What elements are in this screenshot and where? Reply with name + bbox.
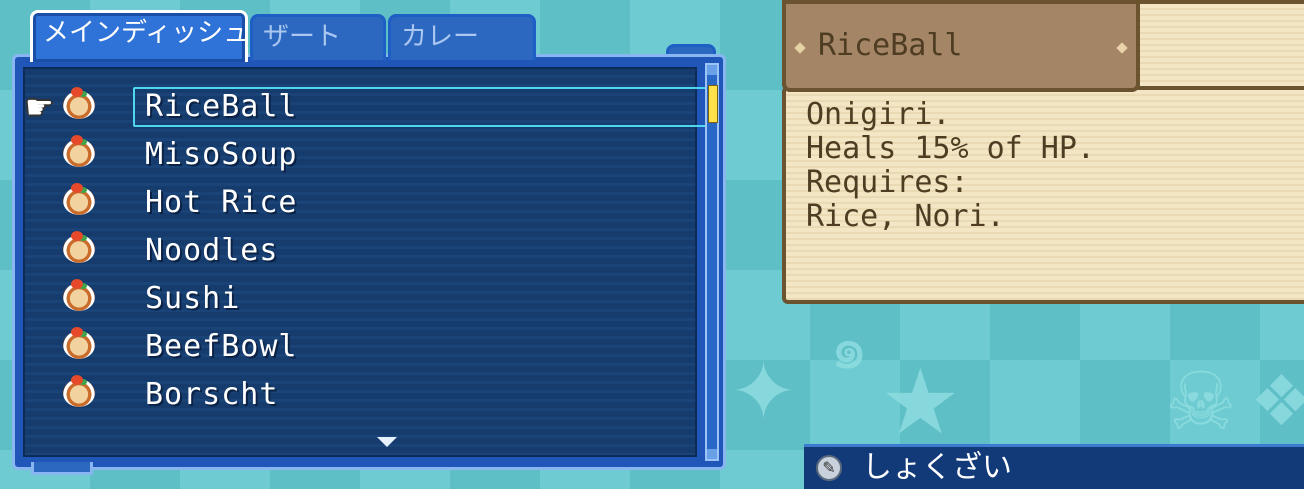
scroll-down-cap: [707, 449, 717, 459]
diamond-ornament-icon: [794, 42, 806, 54]
item-name: Sushi: [145, 281, 241, 316]
list-item[interactable]: Borscht: [37, 373, 699, 417]
item-title: RiceBall: [818, 28, 963, 63]
item-title-panel: RiceBall: [782, 0, 1140, 92]
background-star-icon: ✦: [730, 345, 798, 438]
scrollbar[interactable]: [705, 63, 719, 461]
description-line: Requires:: [806, 165, 969, 200]
dish-icon: [63, 87, 95, 119]
list-item[interactable]: BeefBowl: [37, 325, 699, 369]
item-name: RiceBall: [145, 89, 298, 124]
diamond-ornament-icon: [1116, 42, 1128, 54]
list-item-selected[interactable]: ☛ RiceBall: [25, 85, 717, 129]
recipe-list: ☛ RiceBall MisoSoup Hot Rice Noodles Sus…: [23, 67, 717, 457]
wrench-icon: ✎: [816, 455, 842, 481]
item-name: MisoSoup: [145, 137, 298, 172]
list-item[interactable]: Hot Rice: [37, 181, 699, 225]
dish-icon: [63, 135, 95, 167]
item-name: BeefBowl: [145, 329, 298, 364]
background-swirl-icon: ๑: [830, 313, 869, 383]
background-crest-icon: ❖: [1250, 360, 1304, 442]
dish-icon: [63, 279, 95, 311]
window-bottom-tab: [31, 462, 93, 475]
background-skull-icon: ☠: [1165, 355, 1237, 448]
dish-icon: [63, 327, 95, 359]
item-name: Hot Rice: [145, 185, 298, 220]
recipe-list-window: ☛ RiceBall MisoSoup Hot Rice Noodles Sus…: [12, 54, 726, 475]
dish-icon: [63, 231, 95, 263]
hint-text: しょくざい: [862, 450, 1012, 485]
dish-icon: [63, 183, 95, 215]
description-line: Heals 15% of HP.: [806, 131, 1095, 166]
title-strip: [1140, 0, 1304, 90]
description-text: Onigiri. Heals 15% of HP. Requires: Rice…: [806, 98, 1095, 234]
list-item[interactable]: MisoSoup: [37, 133, 699, 177]
scroll-down-arrow-icon[interactable]: [377, 437, 397, 447]
dish-icon: [63, 375, 95, 407]
description-panel: Onigiri. Heals 15% of HP. Requires: Rice…: [782, 86, 1304, 304]
scroll-up-cap: [707, 65, 717, 75]
background-star-icon: ★: [880, 350, 961, 455]
scrollbar-thumb[interactable]: [708, 85, 718, 123]
item-name: Borscht: [145, 377, 279, 412]
description-line: Onigiri.: [806, 97, 951, 132]
list-item[interactable]: Sushi: [37, 277, 699, 321]
tab-curry[interactable]: カレー: [388, 14, 536, 60]
hint-bar: ✎ しょくざい: [804, 444, 1304, 489]
description-line: Rice, Nori.: [806, 199, 1005, 234]
tab-dessert[interactable]: ザート: [250, 14, 386, 60]
list-item[interactable]: Noodles: [37, 229, 699, 273]
tab-main-dish[interactable]: メインディッシュ: [30, 10, 248, 62]
item-name: Noodles: [145, 233, 279, 268]
